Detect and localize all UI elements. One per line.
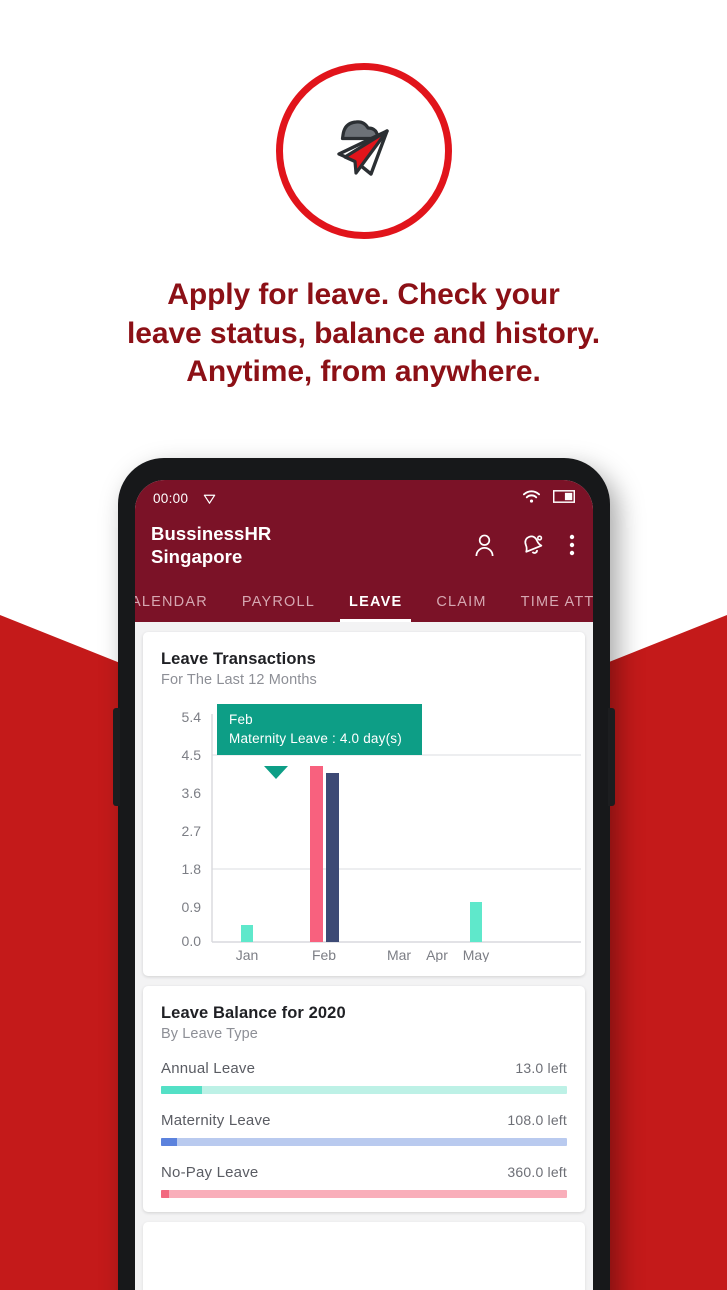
y-tick-4.5: 4.5 [182,747,202,763]
y-tick-3.6: 3.6 [182,785,202,801]
leave-balance-card: Leave Balance for 2020 By Leave Type Ann… [143,986,585,1212]
leave-progress-track [161,1190,567,1198]
phone-side-button-left[interactable] [113,708,120,806]
leave-progress-fill [161,1190,170,1198]
phone-mockup: 00:00 BussinessHR Singapore ALENDAR PAYR… [113,458,615,1290]
account-icon[interactable] [473,533,496,558]
x-tick-may: May [463,947,489,962]
paper-plane-cloud-icon [336,120,389,176]
wifi-icon [523,489,540,507]
app-bar: BussinessHR Singapore [135,516,593,578]
y-tick-5.4: 5.4 [182,709,202,725]
leave-type-label: Maternity Leave [161,1112,271,1129]
leave-progress-track [161,1138,567,1146]
bar-feb-maternity [326,773,339,942]
notification-bell-icon[interactable] [520,533,545,558]
tooltip-month: Feb [229,712,253,727]
leave-transactions-card: Leave Transactions For The Last 12 Month… [143,632,585,976]
leave-balance-title: Leave Balance for 2020 [161,1004,346,1022]
app-header-region: 00:00 BussinessHR Singapore ALENDAR PAYR… [135,480,593,622]
x-tick-feb: Feb [312,947,336,962]
tab-time-attendance[interactable]: TIME ATTEN [504,594,593,622]
leave-balance-row-maternity: Maternity Leave 108.0 left [161,1112,567,1146]
tab-claim[interactable]: CLAIM [419,594,503,622]
tab-calendar[interactable]: ALENDAR [135,594,225,622]
leave-balance-row-annual: Annual Leave 13.0 left [161,1060,567,1094]
overflow-menu-icon[interactable] [569,533,575,557]
leave-progress-fill [161,1138,178,1146]
tooltip-detail: Maternity Leave : 4.0 day(s) [229,731,402,746]
y-tick-1.8: 1.8 [182,861,202,877]
leave-transactions-subtitle: For The Last 12 Months [161,672,317,688]
app-title-line-1: BussinessHR [151,523,272,544]
y-tick-0.9: 0.9 [182,899,202,915]
x-tick-jan: Jan [236,947,259,962]
leave-balance-row-nopay: No-Pay Leave 360.0 left [161,1164,567,1198]
x-tick-mar: Mar [387,947,411,962]
bar-feb-nopay [310,766,323,942]
headline-line-2: leave status, balance and history. [127,316,600,350]
app-bar-actions [473,533,577,558]
leave-progress-fill [161,1086,202,1094]
bar-may-annual [470,902,482,942]
leave-remaining-label: 108.0 left [507,1112,567,1128]
leave-type-label: No-Pay Leave [161,1164,259,1181]
bar-jan-annual [241,925,253,942]
tab-leave[interactable]: LEAVE [332,594,419,622]
leave-progress-track [161,1086,567,1094]
y-tick-0.0: 0.0 [182,933,202,949]
app-logo [275,63,452,239]
status-bar: 00:00 [135,480,593,516]
promo-headline: Apply for leave. Check your leave status… [0,276,727,392]
tab-payroll[interactable]: PAYROLL [225,594,332,622]
x-tick-apr: Apr [426,947,448,962]
leave-transactions-chart[interactable]: 5.4 4.5 3.6 2.7 1.8 0.9 0.0 Jan Feb Mar … [161,704,581,962]
chart-tooltip-arrow [264,766,288,779]
leave-tab-content: Leave Transactions For The Last 12 Month… [135,622,593,1290]
chart-tooltip: Feb Maternity Leave : 4.0 day(s) [217,704,422,755]
tab-bar: ALENDAR PAYROLL LEAVE CLAIM TIME ATTEN [135,578,593,622]
next-card-partial [143,1222,585,1290]
phone-screen: 00:00 BussinessHR Singapore ALENDAR PAYR… [135,480,593,1290]
y-tick-2.7: 2.7 [182,823,202,839]
leave-transactions-title: Leave Transactions [161,650,316,668]
leave-type-label: Annual Leave [161,1060,256,1077]
leave-remaining-label: 13.0 left [515,1060,567,1076]
headline-line-3: Anytime, from anywhere. [186,355,541,388]
headline-line-1: Apply for leave. Check your [167,278,560,311]
app-store-promo-screenshot: Apply for leave. Check your leave status… [0,0,727,1290]
leave-remaining-label: 360.0 left [507,1164,567,1180]
status-bar-time: 00:00 [153,490,189,506]
location-off-icon [202,491,217,506]
app-title-line-2: Singapore [151,546,243,567]
leave-balance-subtitle: By Leave Type [161,1026,258,1042]
battery-icon [553,490,575,506]
phone-side-button-right[interactable] [608,708,615,806]
app-title: BussinessHR Singapore [151,522,271,568]
